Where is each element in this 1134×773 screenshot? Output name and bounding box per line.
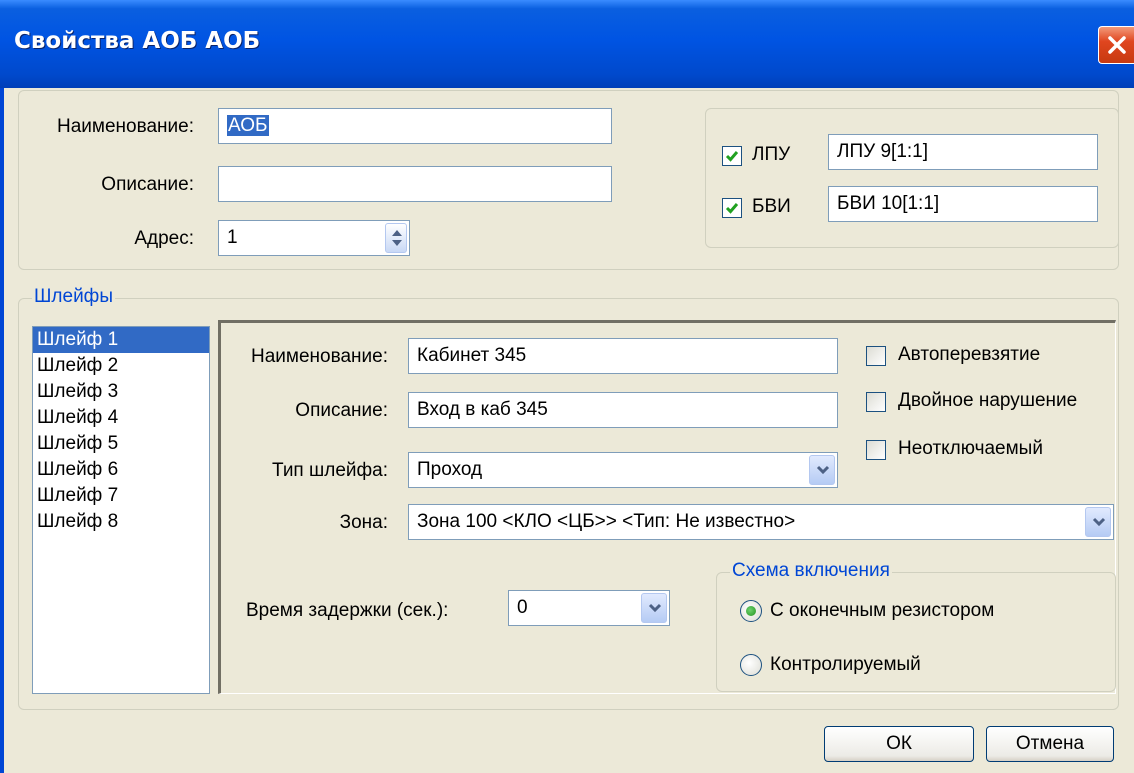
loop-name-label: Наименование: (251, 346, 388, 367)
loop-description-field[interactable]: Вход в каб 345 (408, 392, 838, 428)
delay-dropdown-button[interactable] (641, 593, 667, 623)
zone-label: Зона: (339, 512, 388, 533)
non-disconnectable-checkbox[interactable] (866, 440, 886, 460)
lpu-checkbox[interactable] (722, 146, 742, 166)
radio-dot (746, 606, 756, 616)
chevron-down-icon (648, 603, 662, 613)
lpu-label: ЛПУ (752, 144, 791, 165)
resistor-radio[interactable] (740, 600, 762, 622)
list-item[interactable]: Шлейф 8 (33, 509, 209, 535)
delay-select[interactable]: 0 (508, 590, 670, 626)
loop-name-field[interactable]: Кабинет 345 (408, 338, 838, 374)
delay-value: 0 (517, 597, 528, 618)
loop-type-value: Проход (417, 459, 483, 480)
checkmark-icon (725, 151, 739, 162)
spin-up-down-icon (392, 230, 402, 246)
device-address-field[interactable]: 1 (218, 220, 410, 256)
non-disconnectable-label: Неотключаемый (898, 438, 1043, 459)
chevron-down-icon (816, 465, 830, 475)
zone-select[interactable]: Зона 100 <КЛО <ЦБ>> <Тип: Не известно> (408, 504, 1114, 540)
bvi-label: БВИ (752, 196, 791, 217)
list-item[interactable]: Шлейф 2 (33, 353, 209, 379)
properties-dialog: Свойства АОБ АОБ Наименование: АОБ Описа… (0, 0, 1134, 773)
loops-legend: Шлейфы (32, 286, 115, 308)
loop-type-dropdown-button[interactable] (809, 455, 835, 485)
device-description-field[interactable] (218, 166, 612, 202)
close-icon (1108, 36, 1126, 54)
window-title: Свойства АОБ АОБ (14, 28, 261, 54)
double-violation-label: Двойное нарушение (898, 390, 1078, 411)
autorearm-label: Автоперевзятие (898, 344, 1041, 365)
list-item[interactable]: Шлейф 1 (33, 327, 209, 353)
device-name-value: АОБ (227, 115, 269, 136)
device-name-label: Наименование: (57, 116, 194, 137)
device-address-label: Адрес: (134, 228, 194, 249)
controlled-radio[interactable] (740, 654, 762, 676)
close-button[interactable] (1098, 26, 1134, 64)
lpu-field[interactable]: ЛПУ 9[1:1] (828, 134, 1098, 170)
bvi-checkbox[interactable] (722, 198, 742, 218)
device-description-label: Описание: (101, 174, 194, 195)
title-bar[interactable]: Свойства АОБ АОБ (0, 0, 1134, 88)
device-name-field[interactable]: АОБ (218, 108, 612, 144)
delay-label: Время задержки (сек.): (246, 600, 449, 621)
scheme-legend: Схема включения (730, 560, 892, 582)
list-item[interactable]: Шлейф 5 (33, 431, 209, 457)
loops-list[interactable]: Шлейф 1 Шлейф 2 Шлейф 3 Шлейф 4 Шлейф 5 … (32, 326, 210, 694)
autorearm-checkbox[interactable] (866, 346, 886, 366)
loop-type-label: Тип шлейфа: (272, 460, 388, 481)
checkmark-icon (725, 203, 739, 214)
address-spinner[interactable] (385, 223, 407, 253)
ok-button[interactable]: ОК (824, 726, 974, 762)
resistor-label: С оконечным резистором (770, 600, 995, 621)
list-item[interactable]: Шлейф 6 (33, 457, 209, 483)
linked-devices-groupbox (705, 108, 1119, 248)
cancel-button[interactable]: Отмена (986, 726, 1114, 762)
loop-type-select[interactable]: Проход (408, 452, 838, 488)
list-item[interactable]: Шлейф 7 (33, 483, 209, 509)
zone-value: Зона 100 <КЛО <ЦБ>> <Тип: Не известно> (417, 511, 796, 532)
device-address-value: 1 (227, 227, 238, 248)
controlled-label: Контролируемый (770, 654, 921, 675)
chevron-down-icon (1092, 517, 1106, 527)
window-left-border (0, 88, 4, 773)
list-item[interactable]: Шлейф 4 (33, 405, 209, 431)
loop-description-label: Описание: (295, 400, 388, 421)
zone-dropdown-button[interactable] (1085, 507, 1111, 537)
bvi-field[interactable]: БВИ 10[1:1] (828, 186, 1098, 222)
double-violation-checkbox[interactable] (866, 392, 886, 412)
list-item[interactable]: Шлейф 3 (33, 379, 209, 405)
